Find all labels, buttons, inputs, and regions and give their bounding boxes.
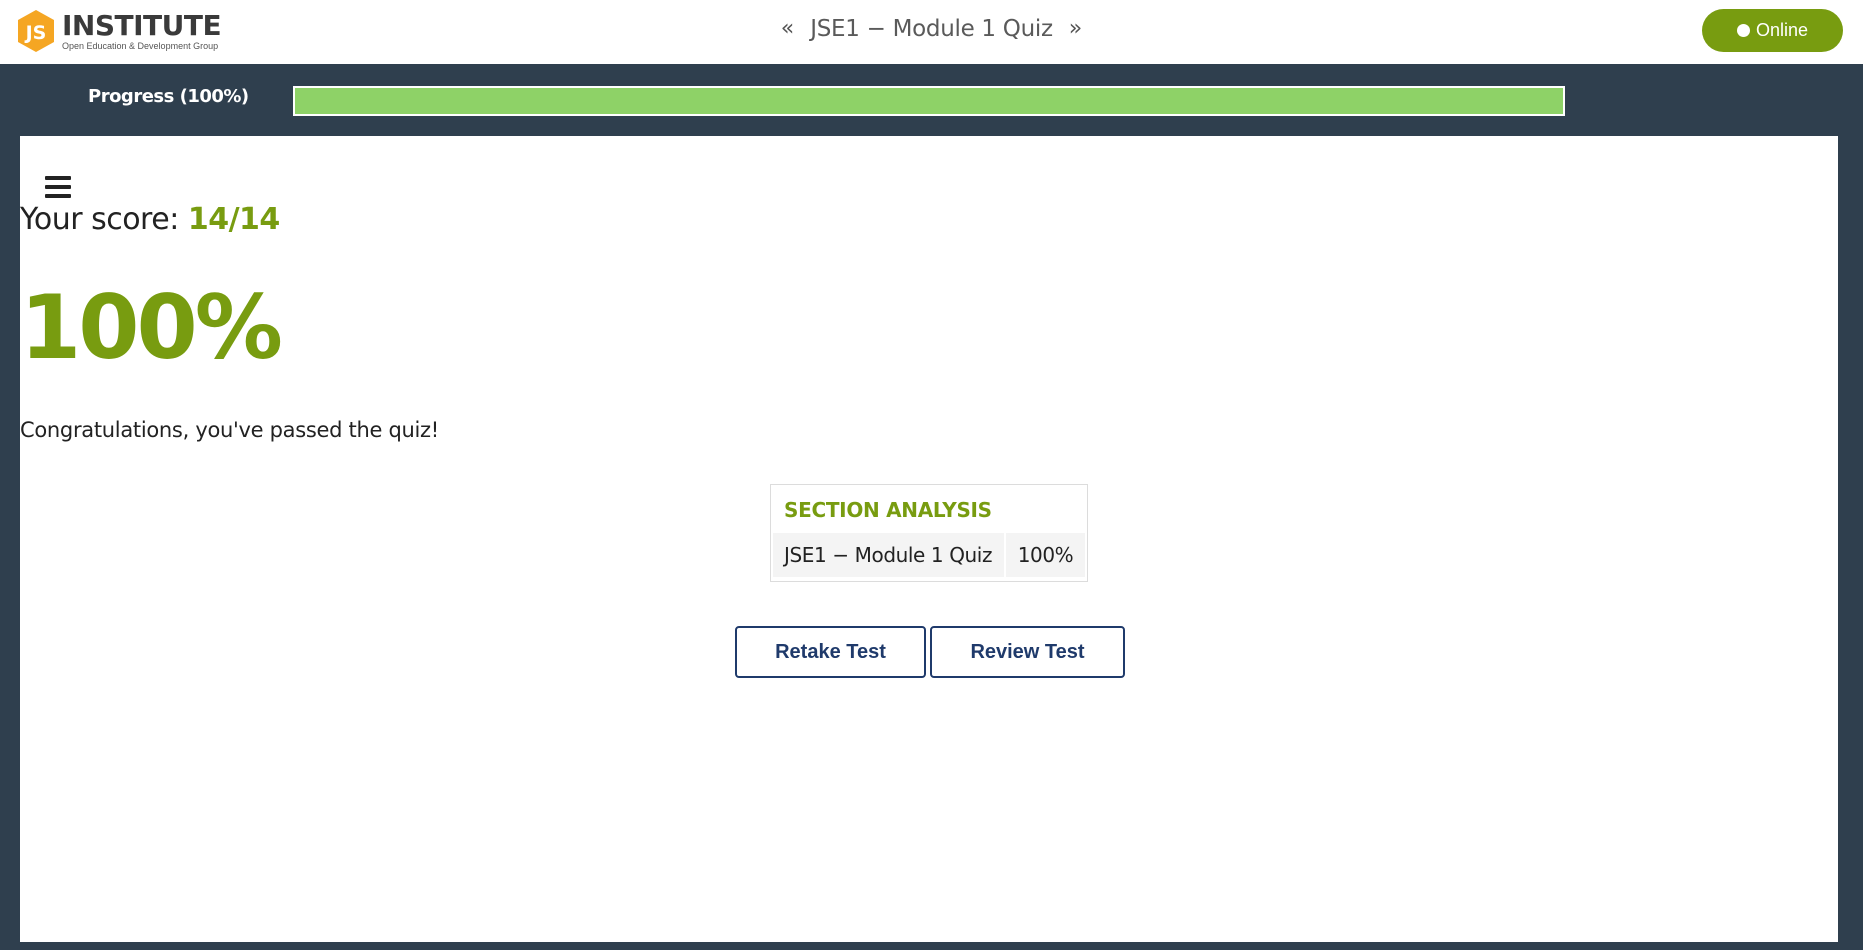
main-content-panel: Your score: 14/14 100% Congratulations, … [20, 136, 1838, 942]
quiz-title: JSE1 − Module 1 Quiz [810, 16, 1053, 42]
progress-label: Progress (100%) [88, 86, 249, 107]
retake-test-button[interactable]: Retake Test [735, 626, 926, 678]
online-status-label: Online [1755, 20, 1809, 40]
review-test-button[interactable]: Review Test [930, 626, 1125, 678]
section-name-cell: JSE1 − Module 1 Quiz [773, 533, 1004, 577]
score-prefix: Your score: [20, 202, 188, 237]
progress-bar [293, 86, 1565, 116]
quiz-navigation: «JSE1 − Module 1 Quiz» [0, 12, 1863, 46]
score-value: 14/14 [187, 202, 280, 237]
progress-bar-fill [295, 88, 1563, 114]
section-analysis-table: SECTION ANALYSIS JSE1 − Module 1 Quiz 10… [770, 484, 1088, 582]
table-row: JSE1 − Module 1 Quiz 100% [773, 533, 1085, 577]
status-dot-icon [1736, 24, 1750, 37]
pass-message: Congratulations, you've passed the quiz! [20, 418, 439, 442]
previous-arrow-icon[interactable]: « [765, 12, 810, 46]
section-analysis-title: SECTION ANALYSIS [784, 498, 992, 522]
top-bar: JS INSTITUTE Open Education & Developmen… [0, 0, 1863, 64]
score-percentage: 100% [20, 276, 283, 379]
online-status-button[interactable]: Online [1702, 9, 1843, 52]
score-line: Your score: 14/14 [20, 202, 1838, 237]
hamburger-menu-icon[interactable] [45, 176, 71, 198]
next-arrow-icon[interactable]: » [1053, 12, 1098, 46]
section-score-cell: 100% [1006, 533, 1085, 577]
